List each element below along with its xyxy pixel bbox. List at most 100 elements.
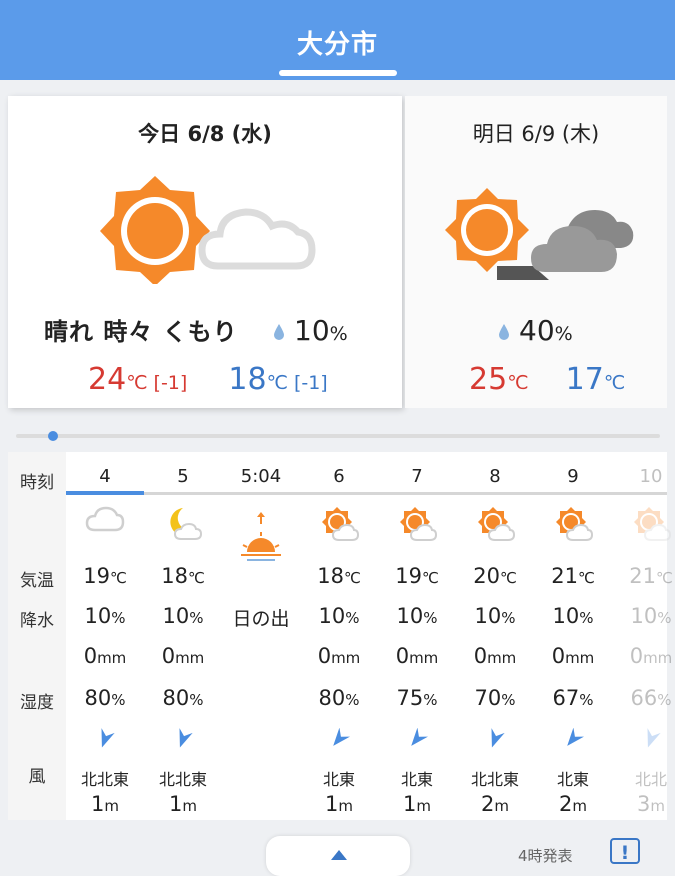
hour-precip-amount: 0mm bbox=[317, 644, 361, 668]
sun-cloud-icon bbox=[534, 506, 612, 546]
today-precip: 10% bbox=[274, 314, 348, 347]
hour-column: 7 19℃ 10% 0mm 75% 北東 1m bbox=[378, 452, 456, 820]
hour-precip-amount: 0mm bbox=[83, 644, 127, 668]
timeline-scrollbar[interactable] bbox=[16, 434, 660, 438]
hour-precip-amount: 0mm bbox=[161, 644, 205, 668]
hour-temp: 18℃ bbox=[161, 564, 205, 588]
hour-label: 4 bbox=[99, 466, 111, 487]
wind-direction-arrow-icon bbox=[300, 727, 378, 750]
today-low: 18 bbox=[228, 362, 267, 397]
hour-precip-chance: 10% bbox=[552, 604, 594, 628]
hour-column: 5:04 日の出 bbox=[222, 452, 300, 820]
hour-label: 5 bbox=[177, 466, 189, 487]
wind-speed: 3m bbox=[637, 792, 665, 816]
wind-speed: 2m bbox=[559, 792, 587, 816]
hour-precip-chance: 10% bbox=[396, 604, 438, 628]
wind-direction-arrow-icon bbox=[456, 728, 534, 750]
wind-speed: 1m bbox=[169, 792, 197, 816]
wind-direction: 北北東 bbox=[158, 770, 207, 789]
row-label-wind: 風 bbox=[28, 767, 46, 787]
hour-precip-chance: 10% bbox=[630, 604, 672, 628]
sun-cloud-icon bbox=[456, 506, 534, 546]
hour-precip-amount: 0mm bbox=[551, 644, 595, 668]
row-labels: 時刻 気温 降水 湿度 風 bbox=[8, 452, 66, 820]
moon-cloud-icon bbox=[144, 506, 222, 546]
today-low-diff: [-1] bbox=[293, 372, 328, 394]
hour-column: 8 20℃ 10% 0mm 70% 北北東 2m bbox=[456, 452, 534, 820]
hour-label: 6 bbox=[333, 466, 345, 487]
timeline-handle[interactable] bbox=[48, 431, 58, 441]
hour-precip-amount: 0mm bbox=[395, 644, 439, 668]
hour-label: 5:04 bbox=[240, 466, 282, 487]
hour-humidity: 75% bbox=[396, 686, 438, 710]
hour-humidity: 80% bbox=[162, 686, 204, 710]
today-precip-value: 10 bbox=[294, 314, 330, 347]
issued-time: 4時発表 bbox=[518, 847, 573, 865]
hour-column: 4 19℃ 10% 0mm 80% 北北東 1m bbox=[66, 452, 144, 820]
hour-temp: 20℃ bbox=[473, 564, 517, 588]
hour-temp: 21℃ bbox=[551, 564, 595, 588]
hour-humidity: 66% bbox=[630, 686, 672, 710]
hour-precip-amount: 0mm bbox=[629, 644, 673, 668]
tomorrow-date: 明日 6/9 (木) bbox=[472, 122, 600, 146]
wind-speed: 1m bbox=[403, 792, 431, 816]
hour-temp: 18℃ bbox=[317, 564, 361, 588]
today-date: 今日 6/8 (水) bbox=[138, 122, 272, 146]
wind-direction: 北東 bbox=[556, 770, 589, 789]
tomorrow-card[interactable]: 明日 6/9 (木) 40% 25℃ 17℃ bbox=[405, 96, 667, 408]
wind-direction: 北東 bbox=[400, 770, 433, 789]
chevron-up-icon[interactable] bbox=[331, 850, 347, 860]
today-weather-text: 晴れ 時々 くもり bbox=[44, 318, 238, 346]
hour-precip-chance: 10% bbox=[162, 604, 204, 628]
hour-column: 9 21℃ 10% 0mm 67% 北東 2m bbox=[534, 452, 612, 820]
hour-column: 5 18℃ 10% 0mm 80% 北北東 1m bbox=[144, 452, 222, 820]
hour-temp: 21℃ bbox=[629, 564, 673, 588]
sun-cloud-icon bbox=[612, 506, 675, 546]
row-label-temp: 気温 bbox=[20, 571, 54, 591]
alert-button[interactable]: ! bbox=[610, 838, 640, 864]
sun-then-cloud-icon bbox=[100, 176, 316, 284]
active-tab-indicator bbox=[279, 70, 397, 76]
wind-speed: 1m bbox=[325, 792, 353, 816]
today-card[interactable]: 今日 6/8 (水) 晴れ 時々 くもり 10% 24℃ [-1] 18℃ [-1] bbox=[8, 96, 402, 408]
hour-label: 9 bbox=[567, 466, 579, 487]
sun-cloud-icon bbox=[300, 506, 378, 546]
tomorrow-high: 25 bbox=[469, 362, 508, 397]
hour-label: 8 bbox=[489, 466, 501, 487]
city-title: 大分市 bbox=[296, 30, 378, 60]
today-high: 24 bbox=[88, 362, 127, 397]
tomorrow-low: 17 bbox=[565, 362, 604, 397]
today-high-diff: [-1] bbox=[153, 372, 188, 394]
hourly-forecast-table[interactable]: 時刻 気温 降水 湿度 風 4 19℃ 10% 0mm 80% 北北東 1m 5 18℃ 10% 0… bbox=[8, 452, 673, 820]
raindrop-icon bbox=[274, 324, 284, 340]
hour-temp: 19℃ bbox=[395, 564, 439, 588]
tomorrow-precip: 40% bbox=[499, 314, 573, 347]
hour-humidity: 67% bbox=[552, 686, 594, 710]
hour-humidity: 80% bbox=[318, 686, 360, 710]
wind-direction-arrow-icon bbox=[66, 728, 144, 750]
wind-speed: 1m bbox=[91, 792, 119, 816]
wind-direction: 北北東 bbox=[470, 770, 519, 789]
row-label-precip: 降水 bbox=[20, 611, 54, 631]
row-label-humidity: 湿度 bbox=[20, 693, 54, 713]
tomorrow-temps: 25℃ 17℃ bbox=[469, 362, 626, 397]
wind-direction-arrow-icon bbox=[144, 728, 222, 750]
hour-humidity: 70% bbox=[474, 686, 516, 710]
wind-direction-arrow-icon bbox=[378, 727, 456, 750]
hour-label: 10 bbox=[639, 466, 663, 487]
wind-direction: 北北東 bbox=[80, 770, 129, 789]
wind-direction: 北東 bbox=[322, 770, 355, 789]
wind-direction: 北北 bbox=[634, 770, 667, 789]
wind-speed: 2m bbox=[481, 792, 509, 816]
cloud-icon bbox=[66, 506, 144, 546]
hour-column: 10 21℃ 10% 0mm 66% 北北 3m bbox=[612, 452, 675, 820]
sun-then-cloudy-icon bbox=[445, 188, 634, 280]
hour-precip-chance: 10% bbox=[84, 604, 126, 628]
hour-precip-chance: 10% bbox=[474, 604, 516, 628]
raindrop-icon bbox=[499, 324, 509, 340]
wind-direction-arrow-icon bbox=[534, 727, 612, 750]
hour-label: 7 bbox=[411, 466, 423, 487]
hour-precip-chance: 10% bbox=[318, 604, 360, 628]
wind-direction-arrow-icon bbox=[612, 728, 675, 750]
app-header: 大分市 bbox=[0, 0, 675, 80]
